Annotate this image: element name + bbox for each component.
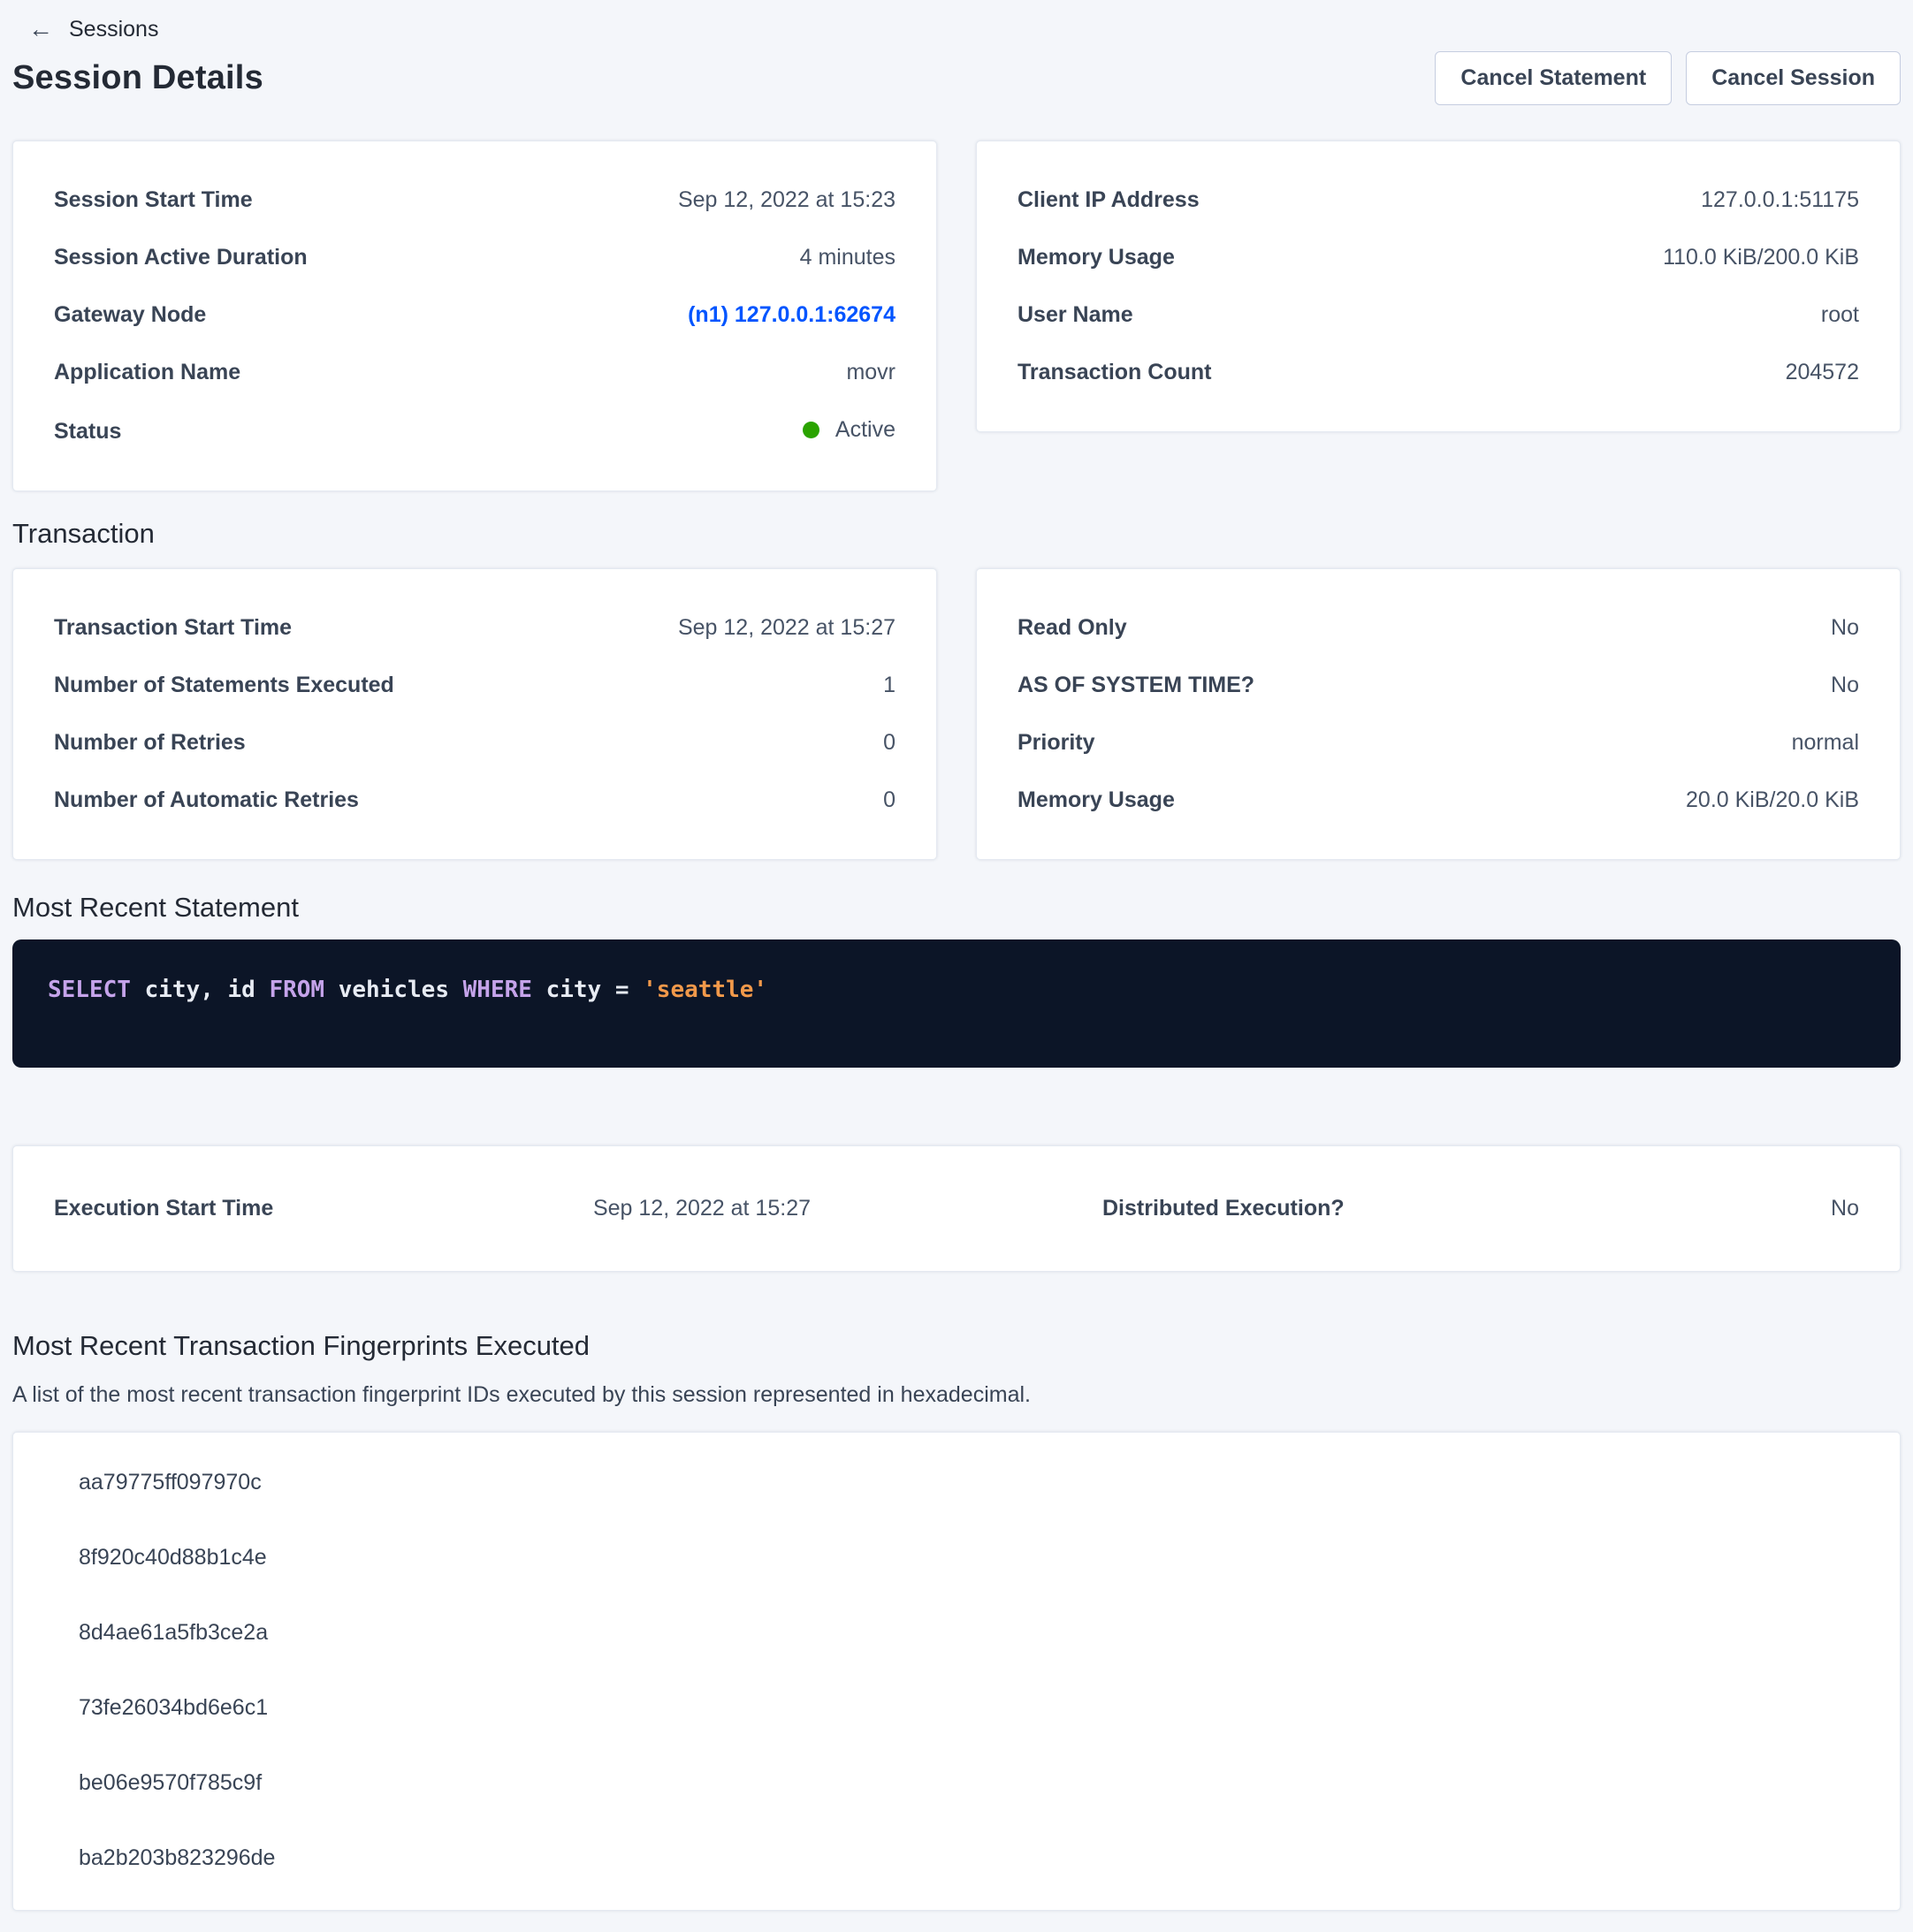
application-name-row: Application Name movr bbox=[54, 344, 896, 401]
transaction-start-time-row: Transaction Start Time Sep 12, 2022 at 1… bbox=[54, 599, 896, 657]
statements-executed-row: Number of Statements Executed 1 bbox=[54, 657, 896, 714]
row-label: AS OF SYSTEM TIME? bbox=[1017, 672, 1254, 699]
transaction-section-title: Transaction bbox=[12, 518, 1901, 550]
row-label: Session Start Time bbox=[54, 186, 253, 214]
row-label: Transaction Count bbox=[1017, 359, 1211, 386]
row-label: Memory Usage bbox=[1017, 244, 1175, 271]
fingerprint-item: 73fe26034bd6e6c1 bbox=[13, 1670, 1900, 1746]
row-value: Sep 12, 2022 at 15:27 bbox=[678, 614, 896, 642]
transaction-card-right: Read Only No AS OF SYSTEM TIME? No Prior… bbox=[976, 568, 1901, 860]
txn-memory-usage-row: Memory Usage 20.0 KiB/20.0 KiB bbox=[1017, 772, 1859, 829]
row-label: Read Only bbox=[1017, 614, 1127, 642]
session-summary-card-right: Client IP Address 127.0.0.1:51175 Memory… bbox=[976, 141, 1901, 432]
fingerprints-description: A list of the most recent transaction fi… bbox=[12, 1381, 1901, 1409]
row-value: No bbox=[1831, 614, 1859, 642]
back-label: Sessions bbox=[69, 17, 158, 42]
statement-section-title: Most Recent Statement bbox=[12, 892, 1901, 924]
sql-token: FROM bbox=[269, 977, 324, 1003]
status-badge: Active bbox=[803, 416, 896, 444]
fingerprint-item: 8d4ae61a5fb3ce2a bbox=[13, 1595, 1900, 1670]
transaction-count-row: Transaction Count 204572 bbox=[1017, 344, 1859, 401]
cancel-session-button[interactable]: Cancel Session bbox=[1686, 51, 1901, 105]
gateway-node-row: Gateway Node (n1) 127.0.0.1:62674 bbox=[54, 286, 896, 344]
row-label: Session Active Duration bbox=[54, 244, 308, 271]
sql-token: SELECT bbox=[48, 977, 131, 1003]
sql-token: 'seattle' bbox=[643, 977, 767, 1003]
row-value: Sep 12, 2022 at 15:27 bbox=[593, 1195, 811, 1222]
fingerprint-item: 8f920c40d88b1c4e bbox=[13, 1520, 1900, 1595]
row-label: Memory Usage bbox=[1017, 787, 1175, 814]
automatic-retries-row: Number of Automatic Retries 0 bbox=[54, 772, 896, 829]
status-value: Active bbox=[835, 416, 896, 444]
execution-card: Execution Start Time Sep 12, 2022 at 15:… bbox=[12, 1145, 1901, 1272]
row-label: Distributed Execution? bbox=[1102, 1195, 1345, 1222]
status-active-dot-icon bbox=[803, 422, 819, 438]
row-value: 20.0 KiB/20.0 KiB bbox=[1686, 787, 1859, 814]
read-only-row: Read Only No bbox=[1017, 599, 1859, 657]
row-value: movr bbox=[846, 359, 896, 386]
row-label: Application Name bbox=[54, 359, 240, 386]
gateway-node-link[interactable]: (n1) 127.0.0.1:62674 bbox=[688, 301, 896, 329]
cancel-statement-button[interactable]: Cancel Statement bbox=[1435, 51, 1672, 105]
sql-token: city = bbox=[532, 977, 643, 1003]
sql-statement: SELECT city, id FROM vehicles WHERE city… bbox=[48, 975, 1865, 1005]
row-label: Execution Start Time bbox=[54, 1195, 273, 1222]
user-name-row: User Name root bbox=[1017, 286, 1859, 344]
session-start-time-row: Session Start Time Sep 12, 2022 at 15:23 bbox=[54, 171, 896, 229]
fingerprint-item: ba2b203b823296de bbox=[13, 1821, 1900, 1896]
memory-usage-row: Memory Usage 110.0 KiB/200.0 KiB bbox=[1017, 229, 1859, 286]
row-value: 1 bbox=[883, 672, 896, 699]
row-label: Status bbox=[54, 418, 121, 445]
row-label: Client IP Address bbox=[1017, 186, 1200, 214]
sql-token: vehicles bbox=[324, 977, 463, 1003]
status-row: Status Active bbox=[54, 401, 896, 460]
row-label: Number of Retries bbox=[54, 729, 246, 757]
row-value: 110.0 KiB/200.0 KiB bbox=[1663, 244, 1859, 271]
row-value: 0 bbox=[883, 729, 896, 757]
row-value: 127.0.0.1:51175 bbox=[1701, 186, 1859, 214]
client-ip-row: Client IP Address 127.0.0.1:51175 bbox=[1017, 171, 1859, 229]
session-summary-card-left: Session Start Time Sep 12, 2022 at 15:23… bbox=[12, 141, 937, 491]
page-title: Session Details bbox=[12, 59, 263, 97]
fingerprint-item: aa79775ff097970c bbox=[13, 1445, 1900, 1520]
transaction-card-left: Transaction Start Time Sep 12, 2022 at 1… bbox=[12, 568, 937, 860]
row-label: Number of Statements Executed bbox=[54, 672, 394, 699]
row-label: Transaction Start Time bbox=[54, 614, 292, 642]
row-value: 0 bbox=[883, 787, 896, 814]
row-value: Sep 12, 2022 at 15:23 bbox=[678, 186, 896, 214]
sql-token: city, id bbox=[131, 977, 270, 1003]
row-value: No bbox=[1831, 672, 1859, 699]
as-of-system-time-row: AS OF SYSTEM TIME? No bbox=[1017, 657, 1859, 714]
header-actions: Cancel Statement Cancel Session bbox=[1435, 51, 1901, 105]
fingerprints-section-title: Most Recent Transaction Fingerprints Exe… bbox=[12, 1330, 1901, 1362]
row-label: Gateway Node bbox=[54, 301, 206, 329]
retries-row: Number of Retries 0 bbox=[54, 714, 896, 772]
row-value: 4 minutes bbox=[800, 244, 896, 271]
priority-row: Priority normal bbox=[1017, 714, 1859, 772]
row-value: 204572 bbox=[1786, 359, 1859, 386]
back-arrow-icon: ← bbox=[28, 17, 53, 42]
row-label: User Name bbox=[1017, 301, 1133, 329]
execution-start-time-row: Execution Start Time Sep 12, 2022 at 15:… bbox=[54, 1195, 811, 1222]
distributed-execution-row: Distributed Execution? No bbox=[1102, 1195, 1859, 1222]
transaction-summary-row: Transaction Start Time Sep 12, 2022 at 1… bbox=[12, 568, 1901, 860]
row-label: Number of Automatic Retries bbox=[54, 787, 359, 814]
session-summary-row: Session Start Time Sep 12, 2022 at 15:23… bbox=[12, 141, 1901, 491]
session-active-duration-row: Session Active Duration 4 minutes bbox=[54, 229, 896, 286]
row-value: root bbox=[1821, 301, 1859, 329]
back-to-sessions-link[interactable]: ← Sessions bbox=[12, 11, 1901, 42]
sql-token: WHERE bbox=[463, 977, 532, 1003]
row-value: normal bbox=[1792, 729, 1859, 757]
fingerprints-card: aa79775ff097970c 8f920c40d88b1c4e 8d4ae6… bbox=[12, 1432, 1901, 1911]
row-value: No bbox=[1831, 1195, 1859, 1222]
page-header: Session Details Cancel Statement Cancel … bbox=[12, 51, 1901, 105]
row-label: Priority bbox=[1017, 729, 1095, 757]
sql-statement-box: SELECT city, id FROM vehicles WHERE city… bbox=[12, 939, 1901, 1068]
fingerprint-item: be06e9570f785c9f bbox=[13, 1746, 1900, 1821]
